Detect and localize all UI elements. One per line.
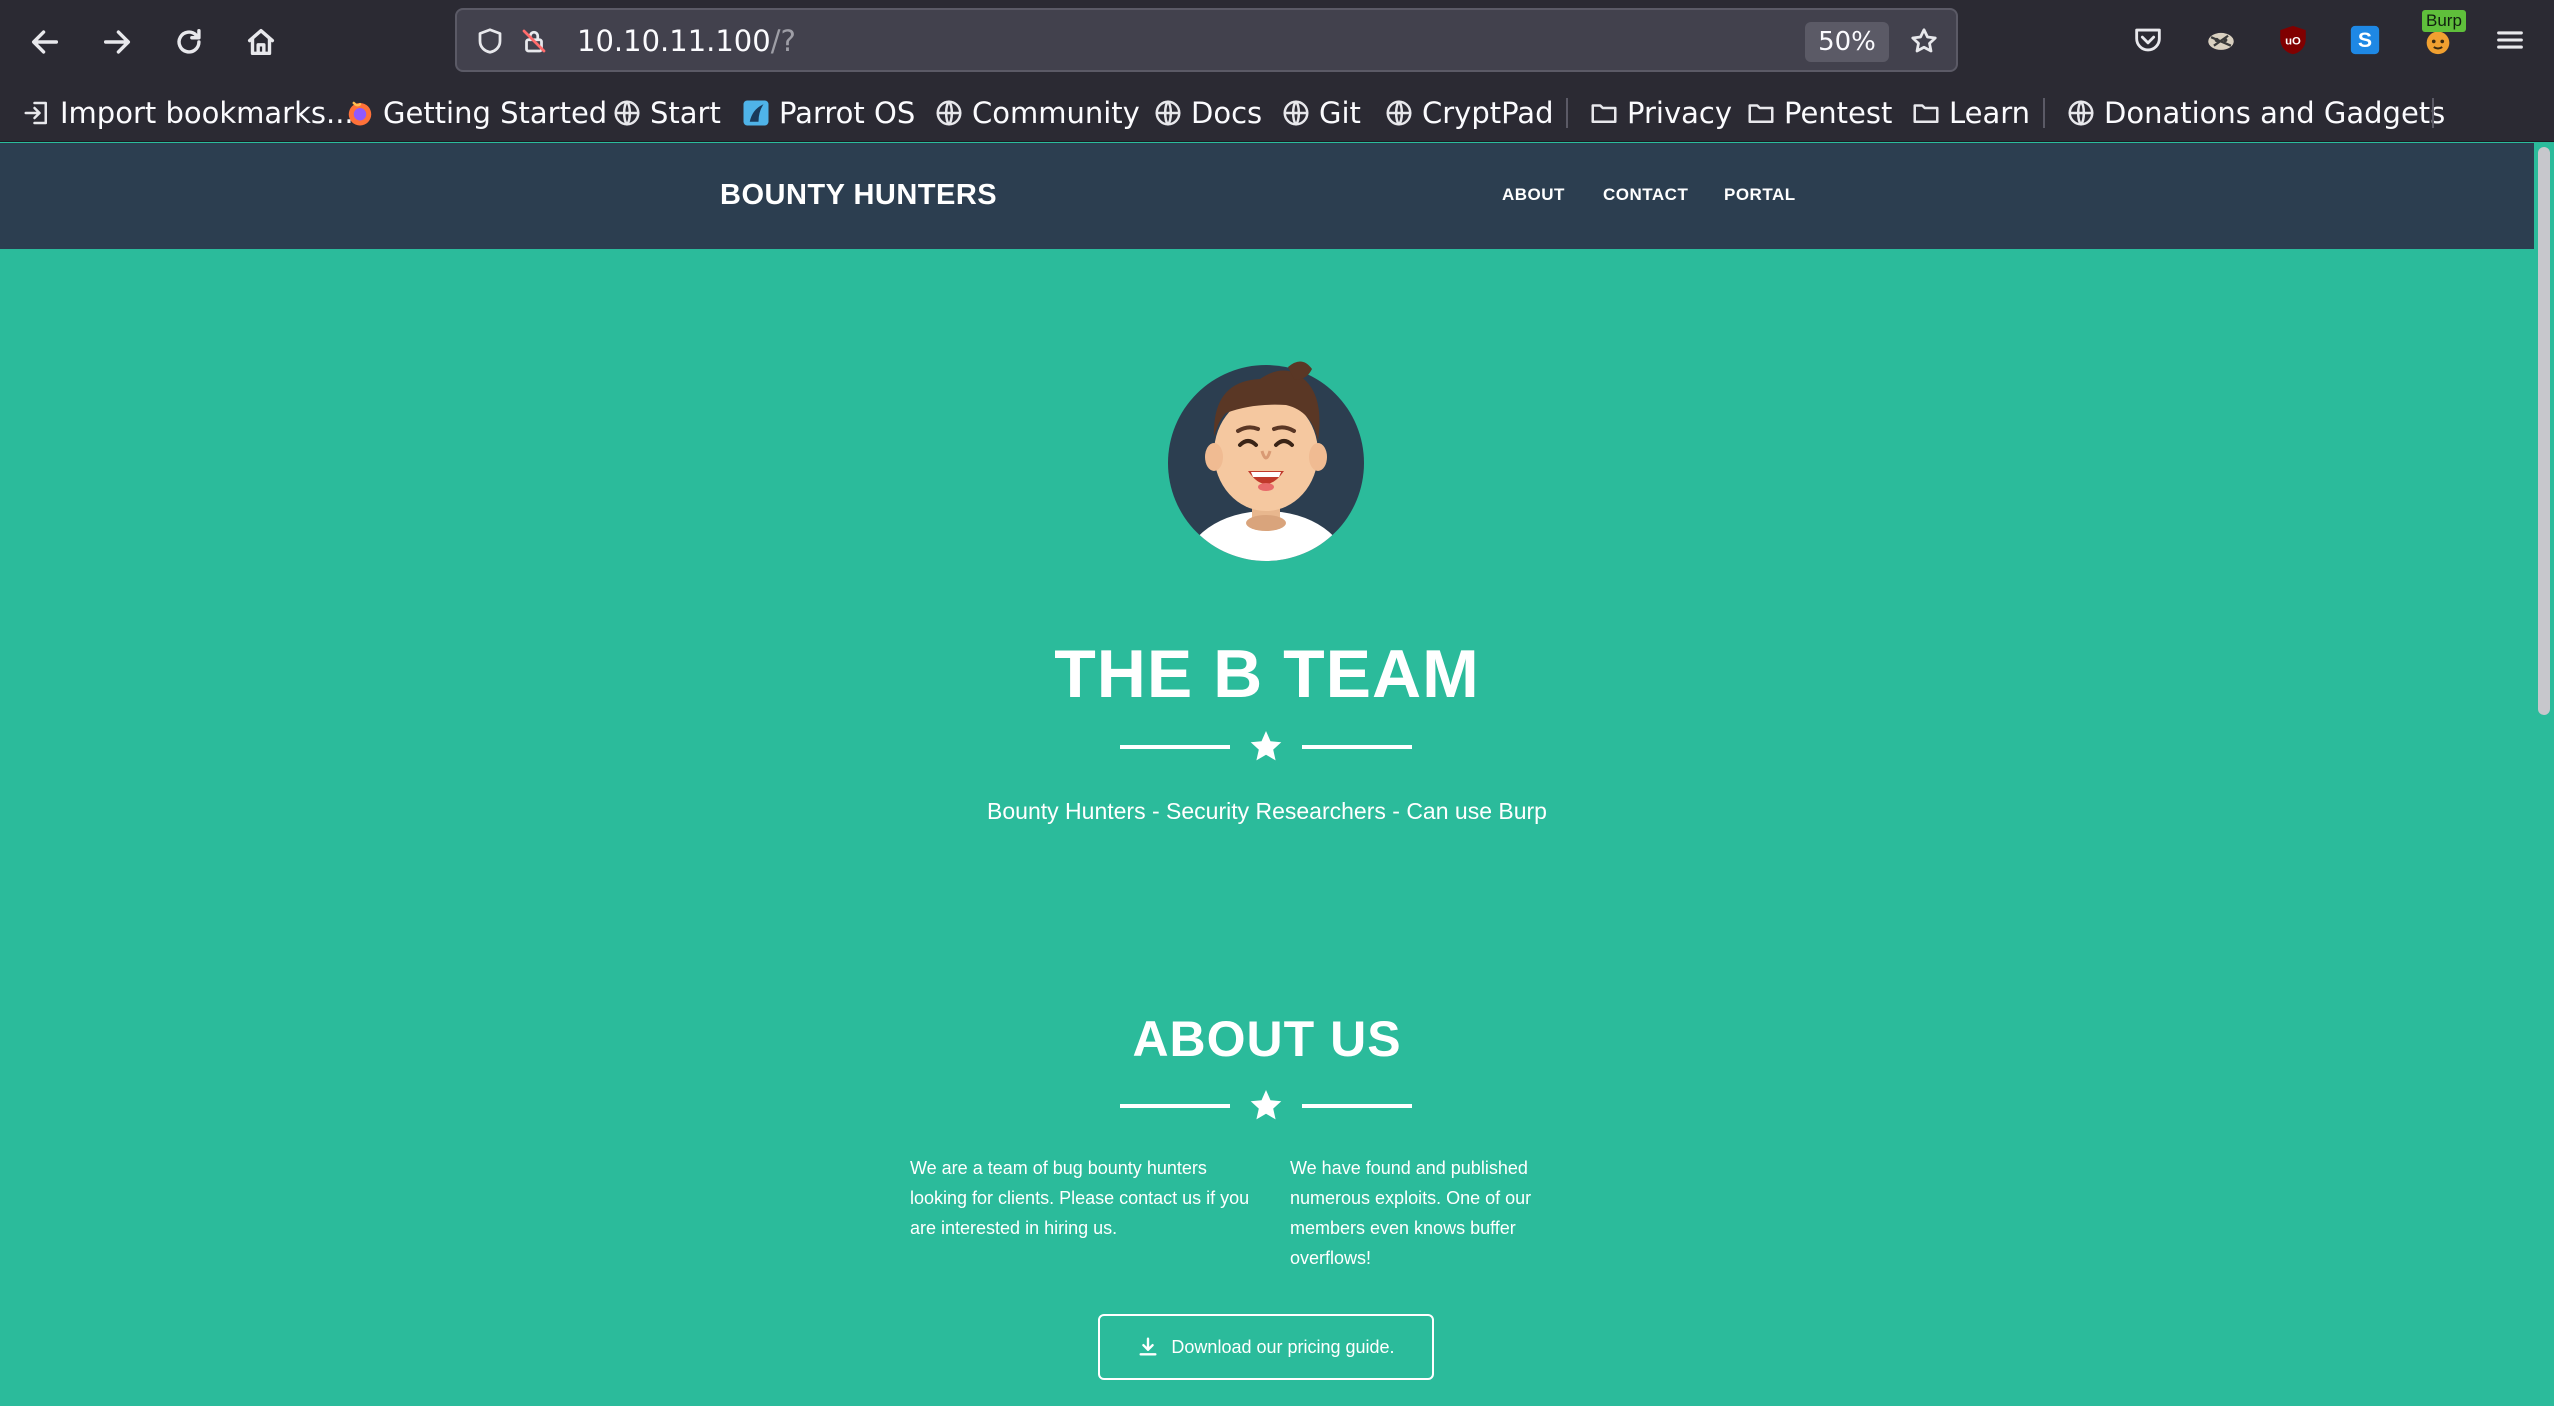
download-pricing-button[interactable]: Download our pricing guide. — [1098, 1314, 1434, 1380]
bookmark-label: Start — [650, 96, 721, 130]
bookmarks-bar: Import bookmarks... Getting Started Star… — [0, 82, 2554, 142]
star-icon — [1250, 731, 1282, 761]
svg-text:uO: uO — [2285, 35, 2301, 47]
bookmark-cryptpad[interactable]: CryptPad — [1384, 92, 1553, 134]
divider-line — [1120, 1104, 1230, 1108]
url-bar[interactable]: 10.10.11.100/? 50% — [455, 8, 1958, 72]
menu-icon[interactable] — [2488, 18, 2532, 62]
bookmark-separator — [2432, 98, 2434, 128]
star-divider — [1120, 726, 1412, 766]
page-scrollbar[interactable] — [2534, 143, 2554, 1406]
bookmark-separator — [1566, 98, 1568, 128]
svg-text:S: S — [2358, 28, 2372, 52]
nav-link-contact[interactable]: CONTACT — [1603, 185, 1688, 205]
bookmark-donations[interactable]: Donations and Gadgets — [2066, 92, 2445, 134]
url-text[interactable]: 10.10.11.100/? — [577, 24, 796, 58]
home-icon[interactable] — [233, 14, 289, 70]
hero-subtitle: Bounty Hunters - Security Researchers - … — [987, 798, 1547, 824]
bookmark-start[interactable]: Start — [612, 92, 721, 134]
about-text-left: We are a team of bug bounty hunters look… — [910, 1158, 1250, 1238]
globe-icon — [1283, 100, 1309, 126]
bookmark-label: Import bookmarks... — [60, 96, 354, 130]
folder-icon — [1748, 104, 1774, 123]
download-button-label: Download our pricing guide. — [1171, 1336, 1395, 1357]
bookmark-label: Git — [1319, 96, 1361, 130]
tracking-protection-icon[interactable] — [469, 20, 511, 62]
bookmark-label: Parrot OS — [779, 96, 916, 130]
nav-link-about[interactable]: ABOUT — [1502, 185, 1565, 205]
pocket-icon[interactable] — [2126, 18, 2170, 62]
hero-title: THE B TEAM — [1054, 636, 1480, 712]
back-icon[interactable] — [17, 14, 73, 70]
url-host: 10.10.11.100 — [577, 24, 771, 58]
bookmark-folder-pentest[interactable]: Pentest — [1746, 92, 1892, 134]
site-brand[interactable]: BOUNTY HUNTERS — [720, 179, 997, 212]
download-icon — [1139, 1337, 1157, 1356]
divider-line — [1302, 745, 1412, 749]
bookmark-git[interactable]: Git — [1281, 92, 1361, 134]
star-divider — [1120, 1085, 1412, 1125]
bookmark-label: Docs — [1191, 96, 1263, 130]
bookmark-separator — [2043, 98, 2045, 128]
firefox-icon — [348, 101, 372, 126]
url-path: /? — [770, 24, 796, 58]
s-extension-icon[interactable]: S — [2343, 18, 2387, 62]
page-viewport: BOUNTY HUNTERS ABOUT CONTACT PORTAL THE … — [0, 143, 2554, 1406]
bookmark-label: Privacy — [1627, 96, 1732, 130]
parrot-icon — [743, 100, 769, 126]
reload-icon[interactable] — [161, 14, 217, 70]
folder-icon — [1591, 104, 1617, 123]
globe-icon — [614, 100, 640, 126]
bookmark-folder-privacy[interactable]: Privacy — [1589, 92, 1732, 134]
bookmark-star-icon[interactable] — [1903, 20, 1945, 62]
bookmark-label: Community — [972, 96, 1140, 130]
import-icon — [24, 101, 47, 125]
folder-icon — [1913, 104, 1939, 123]
ublock-icon[interactable]: uO — [2271, 18, 2315, 62]
bookmark-getting-started[interactable]: Getting Started — [345, 92, 607, 134]
forward-icon[interactable] — [89, 14, 145, 70]
bookmark-folder-learn[interactable]: Learn — [1911, 92, 2030, 134]
scrollbar-thumb[interactable] — [2538, 147, 2550, 715]
globe-icon — [2068, 100, 2094, 126]
about-text-right: We have found and published numerous exp… — [1290, 1158, 1532, 1268]
burp-badge: Burp — [2422, 10, 2466, 32]
avatar — [1168, 361, 1364, 561]
nav-link-portal[interactable]: PORTAL — [1724, 185, 1796, 205]
bookmark-label: Donations and Gadgets — [2104, 96, 2446, 130]
bookmark-parrot-os[interactable]: Parrot OS — [741, 92, 915, 134]
star-icon — [1250, 1090, 1282, 1120]
globe-icon — [1386, 100, 1412, 126]
globe-icon — [1155, 100, 1181, 126]
bookmark-label: CryptPad — [1422, 96, 1554, 130]
divider-line — [1302, 1104, 1412, 1108]
globe-icon — [936, 100, 962, 126]
bookmark-label: Pentest — [1784, 96, 1893, 130]
site-navbar: BOUNTY HUNTERS ABOUT CONTACT PORTAL — [0, 143, 2534, 249]
zoom-level-badge[interactable]: 50% — [1805, 22, 1889, 62]
bookmark-import[interactable]: Import bookmarks... — [22, 92, 354, 134]
bookmark-label: Learn — [1949, 96, 2031, 130]
about-title: ABOUT US — [1132, 1011, 1402, 1067]
browser-toolbar: 10.10.11.100/? 50% uO S Burp — [0, 0, 2554, 82]
bookmark-docs[interactable]: Docs — [1153, 92, 1262, 134]
bookmark-community[interactable]: Community — [934, 92, 1140, 134]
divider-line — [1120, 745, 1230, 749]
insecure-lock-icon[interactable] — [513, 20, 555, 62]
bookmark-label: Getting Started — [383, 96, 608, 130]
extension-icon[interactable] — [2199, 18, 2243, 62]
